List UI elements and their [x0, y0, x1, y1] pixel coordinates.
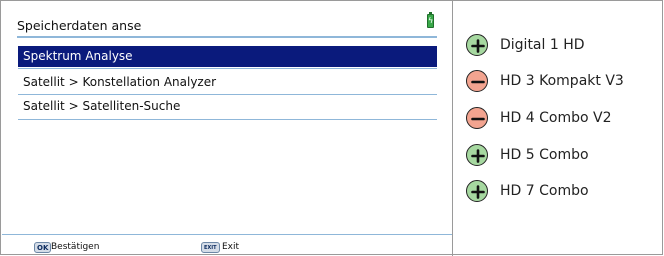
footer-divider [2, 234, 453, 235]
menu-divider [18, 94, 437, 95]
menu-item-spektrum-analyse[interactable]: Spektrum Analyse [18, 46, 437, 67]
plus-circle-icon [466, 144, 488, 166]
minus-circle-icon [466, 70, 488, 92]
compat-model-label: HD 5 Combo [500, 147, 589, 163]
exit-key-label: Exit [222, 242, 240, 252]
menu-item-label: Satellit > Satelliten-Suche [23, 99, 181, 113]
device-screen: Speicherdaten anse ϟ Spektrum Analyse Sa… [1, 1, 453, 254]
exit-key-button[interactable]: EXIT [201, 242, 220, 253]
menu-item-label: Spektrum Analyse [23, 49, 133, 63]
page-title: Speicherdaten anse [17, 18, 142, 33]
compat-model-label: Digital 1 HD [500, 37, 585, 53]
menu-item-label: Satellit > Konstellation Analyzer [23, 75, 217, 89]
menu-divider [18, 119, 437, 120]
menu-divider [18, 68, 437, 69]
title-divider [17, 36, 437, 38]
ok-key-label: Bestätigen [51, 242, 100, 252]
battery-charging-icon: ϟ [427, 12, 434, 28]
ok-key-button[interactable]: OK [34, 242, 52, 253]
panel-divider [452, 0, 453, 256]
compat-model-label: HD 3 Kompakt V3 [500, 73, 624, 89]
menu-item-satelliten-suche[interactable]: Satellit > Satelliten-Suche [18, 96, 437, 117]
plus-circle-icon [466, 180, 488, 202]
compat-model-label: HD 4 Combo V2 [500, 110, 612, 126]
plus-circle-icon [466, 34, 488, 56]
minus-circle-icon [466, 107, 488, 129]
menu-item-konstellation-analyzer[interactable]: Satellit > Konstellation Analyzer [18, 72, 437, 93]
compat-model-label: HD 7 Combo [500, 183, 589, 199]
